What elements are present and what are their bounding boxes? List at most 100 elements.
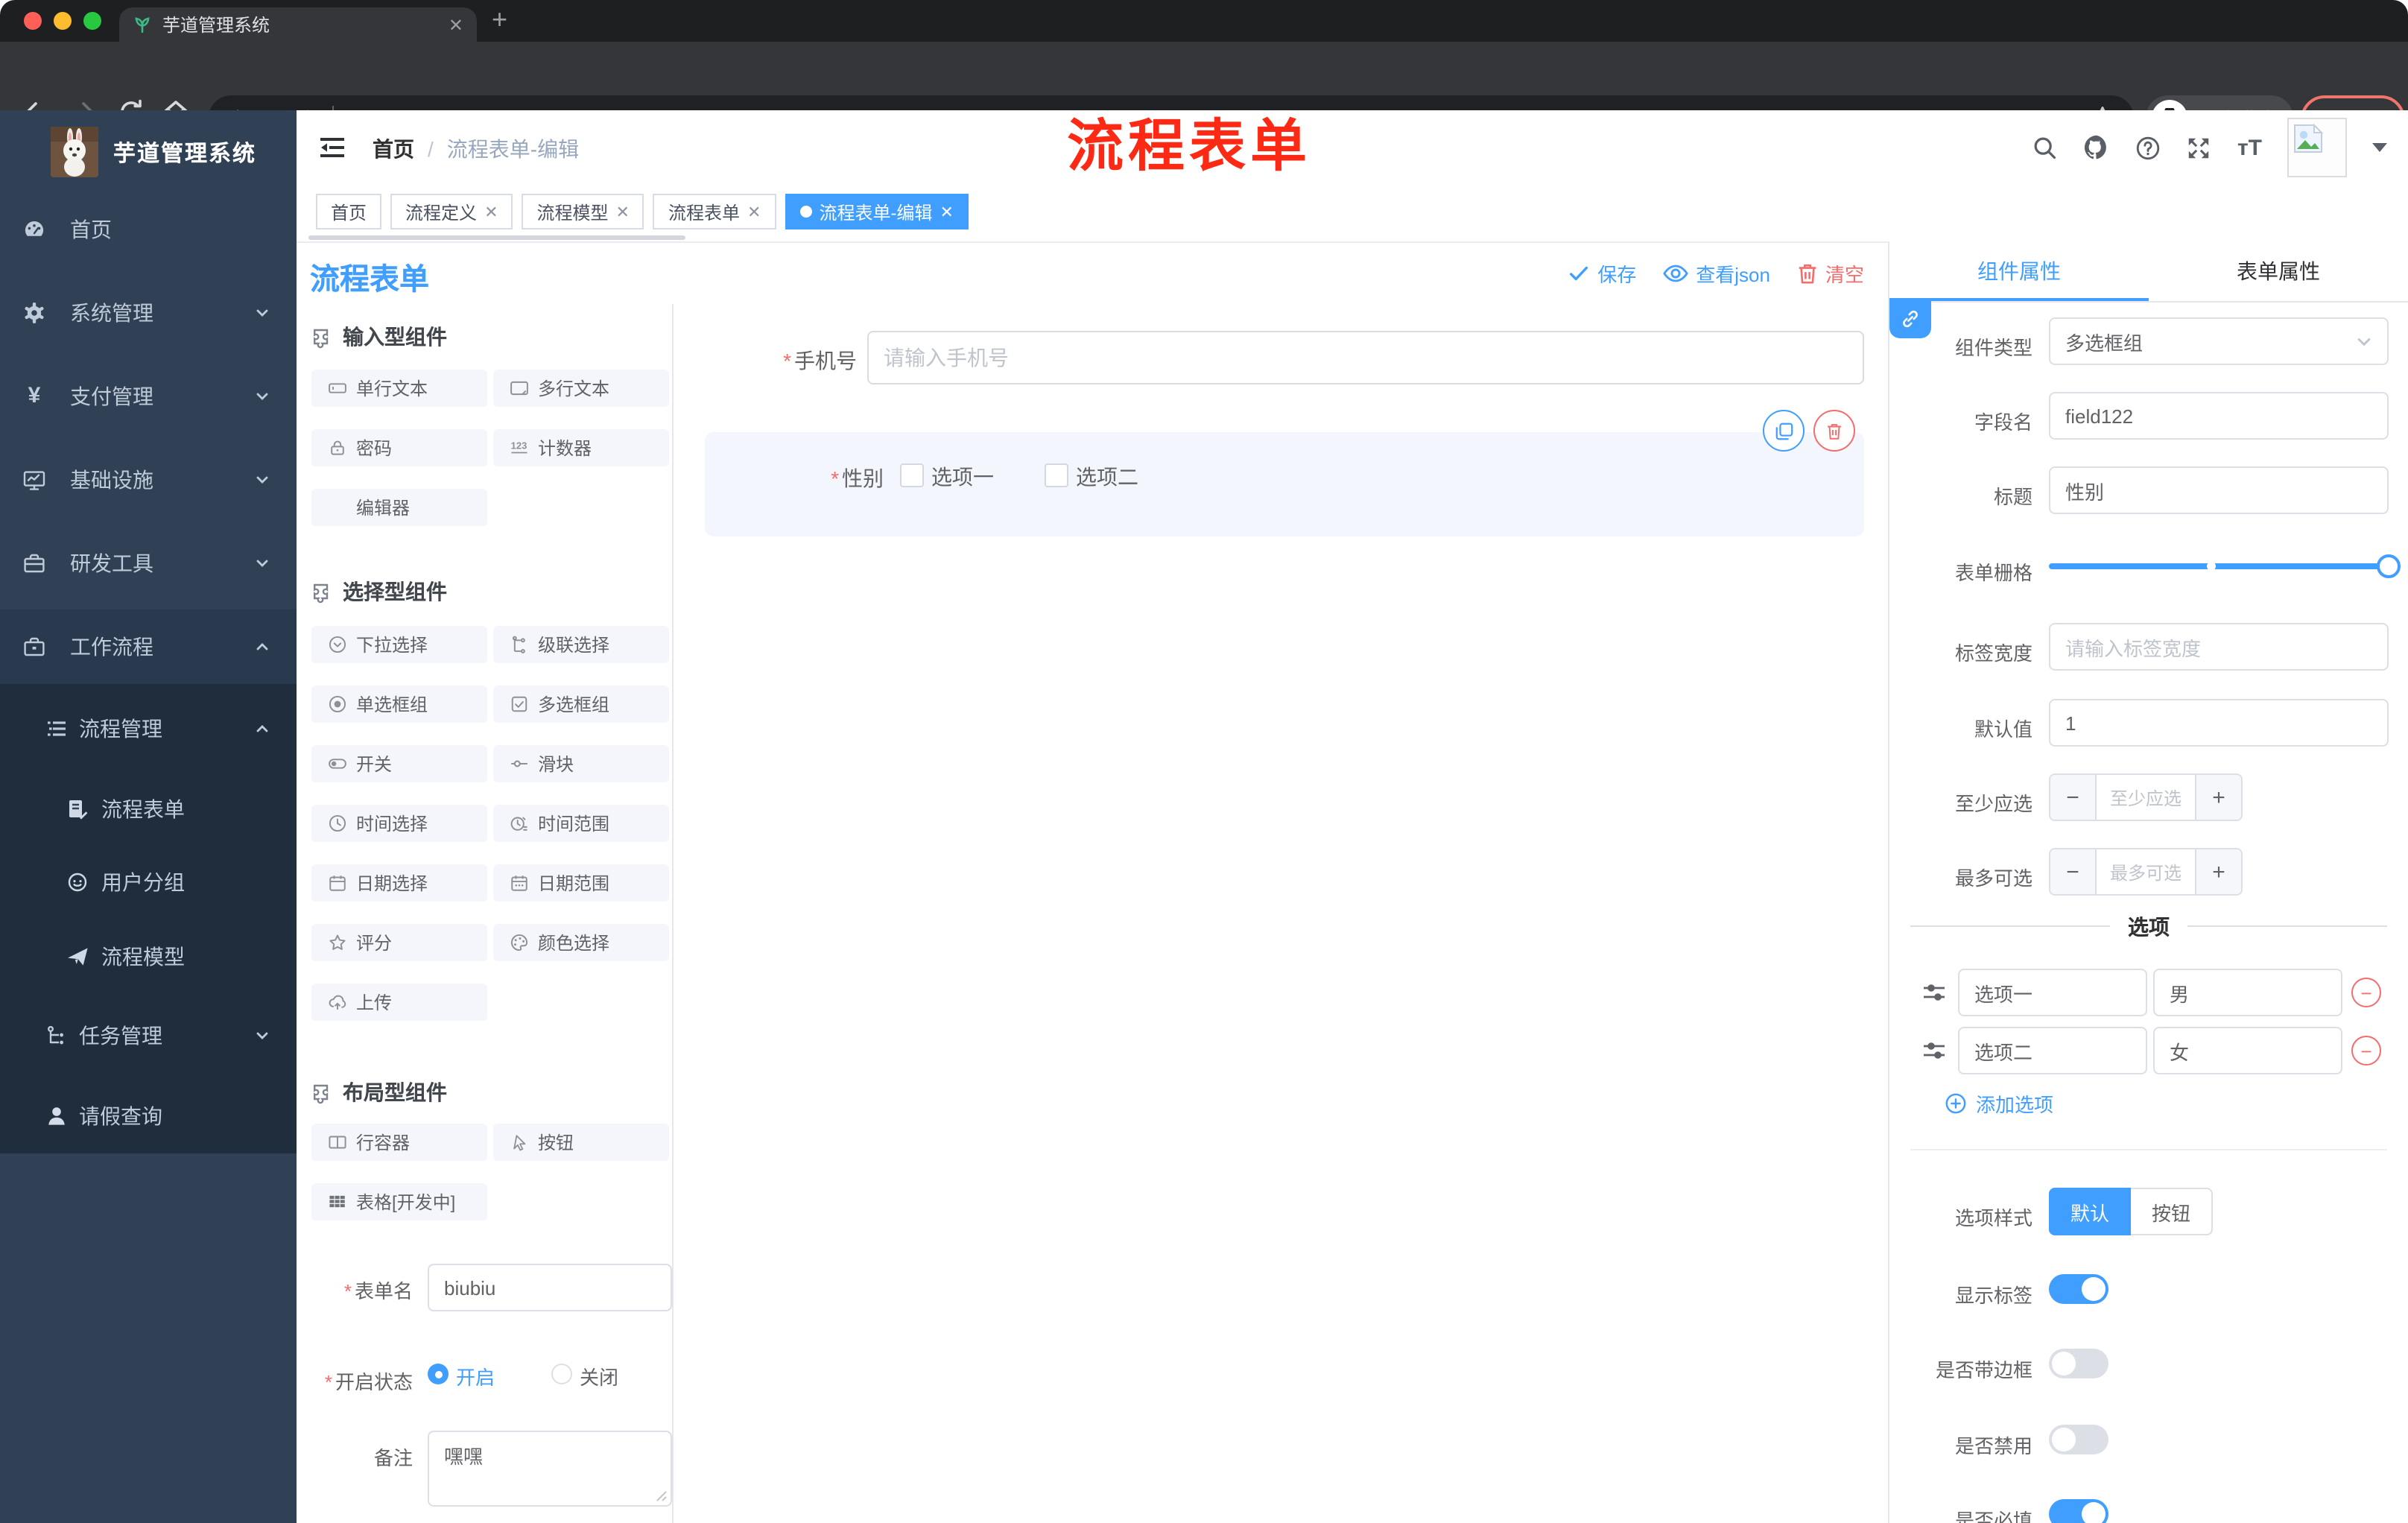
disabled-toggle-off[interactable] <box>2049 1425 2108 1454</box>
view-json-button[interactable]: 查看json <box>1663 259 1770 287</box>
tab-component-props[interactable]: 组件属性 <box>1889 241 2149 301</box>
component-button[interactable]: 按钮 <box>493 1124 669 1161</box>
tag-process-form[interactable]: 流程表单 ✕ <box>653 194 776 229</box>
stepper-minus-button[interactable]: − <box>2050 849 2097 894</box>
form-canvas[interactable]: * 手机号 请输入手机号 * 性别 选项一 选项二 <box>674 304 1888 1523</box>
tag-home[interactable]: 首页 <box>316 194 382 229</box>
radio-off-label[interactable]: 关闭 <box>580 1362 618 1390</box>
sidebar-item-devtools[interactable]: 研发工具 <box>0 526 297 601</box>
breadcrumb-home[interactable]: 首页 <box>373 134 414 164</box>
sidebar-item-payment[interactable]: ¥ 支付管理 <box>0 359 297 434</box>
style-button-button[interactable]: 按钮 <box>2131 1188 2213 1235</box>
component-password[interactable]: 密码 <box>311 429 487 466</box>
app-logo[interactable]: 芋道管理系统 <box>0 119 297 185</box>
add-option-button[interactable]: 添加选项 <box>1945 1089 2053 1118</box>
component-time-picker[interactable]: 时间选择 <box>311 805 487 842</box>
component-counter[interactable]: 123 计数器 <box>493 429 669 466</box>
max-select-placeholder[interactable]: 最多可选 <box>2097 849 2195 894</box>
option2-label-input[interactable]: 选项二 <box>1958 1027 2147 1074</box>
stepper-plus-button[interactable]: + <box>2195 775 2241 820</box>
github-icon[interactable] <box>2084 134 2111 161</box>
title-input[interactable]: 性别 <box>2049 466 2389 514</box>
sidebar-item-process-model[interactable]: 流程模型 <box>0 919 297 994</box>
radio-on-label[interactable]: 开启 <box>456 1362 495 1390</box>
min-select-placeholder[interactable]: 至少应选 <box>2097 775 2195 820</box>
style-default-button[interactable]: 默认 <box>2049 1188 2131 1235</box>
remove-option1-button[interactable]: − <box>2351 978 2381 1007</box>
min-select-stepper[interactable]: − 至少应选 + <box>2049 773 2243 821</box>
required-toggle-on[interactable] <box>2049 1499 2108 1523</box>
clear-button[interactable]: 清空 <box>1797 259 1864 287</box>
browser-tab[interactable]: 芋道管理系统 ✕ <box>119 7 477 42</box>
gender-option1-label[interactable]: 选项一 <box>931 462 994 492</box>
new-tab-button[interactable]: + <box>492 4 507 36</box>
component-multi-line-text[interactable]: 多行文本 <box>493 370 669 407</box>
tag-process-model[interactable]: 流程模型 ✕ <box>522 194 644 229</box>
component-single-line-text[interactable]: 单行文本 <box>311 370 487 407</box>
component-upload[interactable]: 上传 <box>311 984 487 1021</box>
user-menu-caret-icon[interactable] <box>2372 143 2387 152</box>
delete-component-button[interactable] <box>1813 410 1855 452</box>
sidebar-item-process-form[interactable]: 流程表单 <box>0 772 297 846</box>
component-color-picker[interactable]: 颜色选择 <box>493 924 669 961</box>
component-select[interactable]: 下拉选择 <box>311 626 487 663</box>
show-label-toggle-on[interactable] <box>2049 1274 2108 1304</box>
component-switch[interactable]: 开关 <box>311 745 487 782</box>
fullscreen-icon[interactable] <box>2187 135 2212 160</box>
radio-off-unselected[interactable] <box>551 1364 572 1384</box>
component-editor[interactable]: 编辑器 <box>311 489 487 526</box>
tags-scrollbar-thumb[interactable] <box>308 235 685 240</box>
component-time-range[interactable]: 时间范围 <box>493 805 669 842</box>
sidebar-item-leave-query[interactable]: 请假查询 <box>0 1079 297 1153</box>
grid-slider-track[interactable] <box>2049 554 2401 578</box>
component-type-select[interactable]: 多选框组 <box>2049 317 2389 365</box>
sidebar-item-workflow[interactable]: 工作流程 <box>0 609 297 684</box>
gender-option2-label[interactable]: 选项二 <box>1076 462 1138 492</box>
border-toggle-off[interactable] <box>2049 1349 2108 1378</box>
max-select-stepper[interactable]: − 最多可选 + <box>2049 848 2243 896</box>
option2-value-input[interactable]: 女 <box>2153 1027 2342 1074</box>
sidebar-item-user-group[interactable]: 用户分组 <box>0 845 297 919</box>
tab-form-props[interactable]: 表单属性 <box>2149 241 2408 301</box>
sidebar-item-system[interactable]: 系统管理 <box>0 276 297 350</box>
component-row-container[interactable]: 行容器 <box>311 1124 487 1161</box>
option-drag-handle-icon[interactable] <box>1921 1037 1948 1064</box>
minimize-window-button[interactable] <box>54 12 72 30</box>
search-icon[interactable] <box>2033 135 2059 160</box>
sidebar-item-process-mgmt[interactable]: 流程管理 <box>0 691 297 766</box>
component-checkbox-group[interactable]: 多选框组 <box>493 685 669 723</box>
remark-textarea[interactable]: 嘿嘿 <box>428 1431 672 1507</box>
tag-process-definition[interactable]: 流程定义 ✕ <box>390 194 513 229</box>
help-icon[interactable] <box>2136 135 2161 160</box>
phone-field-input[interactable]: 请输入手机号 <box>867 331 1864 384</box>
sidebar-item-home[interactable]: 首页 <box>0 192 297 267</box>
sidebar-item-task-mgmt[interactable]: 任务管理 <box>0 998 297 1073</box>
font-size-icon[interactable]: ᴛT <box>2237 136 2262 159</box>
tab-close-icon[interactable]: ✕ <box>449 14 463 35</box>
stepper-plus-button[interactable]: + <box>2195 849 2241 894</box>
component-slider[interactable]: 滑块 <box>493 745 669 782</box>
gender-option2-checkbox[interactable] <box>1045 463 1068 487</box>
collapse-sidebar-icon[interactable] <box>317 133 347 162</box>
component-date-picker[interactable]: 日期选择 <box>311 864 487 902</box>
selected-component-gender[interactable]: * 性别 选项一 选项二 <box>705 432 1864 536</box>
form-name-input[interactable]: biubiu <box>428 1264 672 1311</box>
default-value-input[interactable]: 1 <box>2049 699 2389 747</box>
option1-value-input[interactable]: 男 <box>2153 969 2342 1016</box>
tag-process-form-edit[interactable]: 流程表单-编辑 ✕ <box>785 194 969 229</box>
option1-label-input[interactable]: 选项一 <box>1958 969 2147 1016</box>
sidebar-item-infra[interactable]: 基础设施 <box>0 443 297 517</box>
component-date-range[interactable]: 日期范围 <box>493 864 669 902</box>
save-button[interactable]: 保存 <box>1568 259 1636 287</box>
remove-option2-button[interactable]: − <box>2351 1036 2381 1066</box>
gender-option1-checkbox[interactable] <box>900 463 924 487</box>
tag-close-icon[interactable]: ✕ <box>940 202 953 221</box>
copy-component-button[interactable] <box>1763 410 1805 452</box>
label-width-input[interactable]: 请输入标签宽度 <box>2049 623 2389 671</box>
tag-close-icon[interactable]: ✕ <box>747 202 761 221</box>
zoom-window-button[interactable] <box>83 12 101 30</box>
radio-on-selected[interactable] <box>428 1364 449 1384</box>
option-drag-handle-icon[interactable] <box>1921 979 1948 1006</box>
component-radio-group[interactable]: 单选框组 <box>311 685 487 723</box>
close-window-button[interactable] <box>24 12 42 30</box>
